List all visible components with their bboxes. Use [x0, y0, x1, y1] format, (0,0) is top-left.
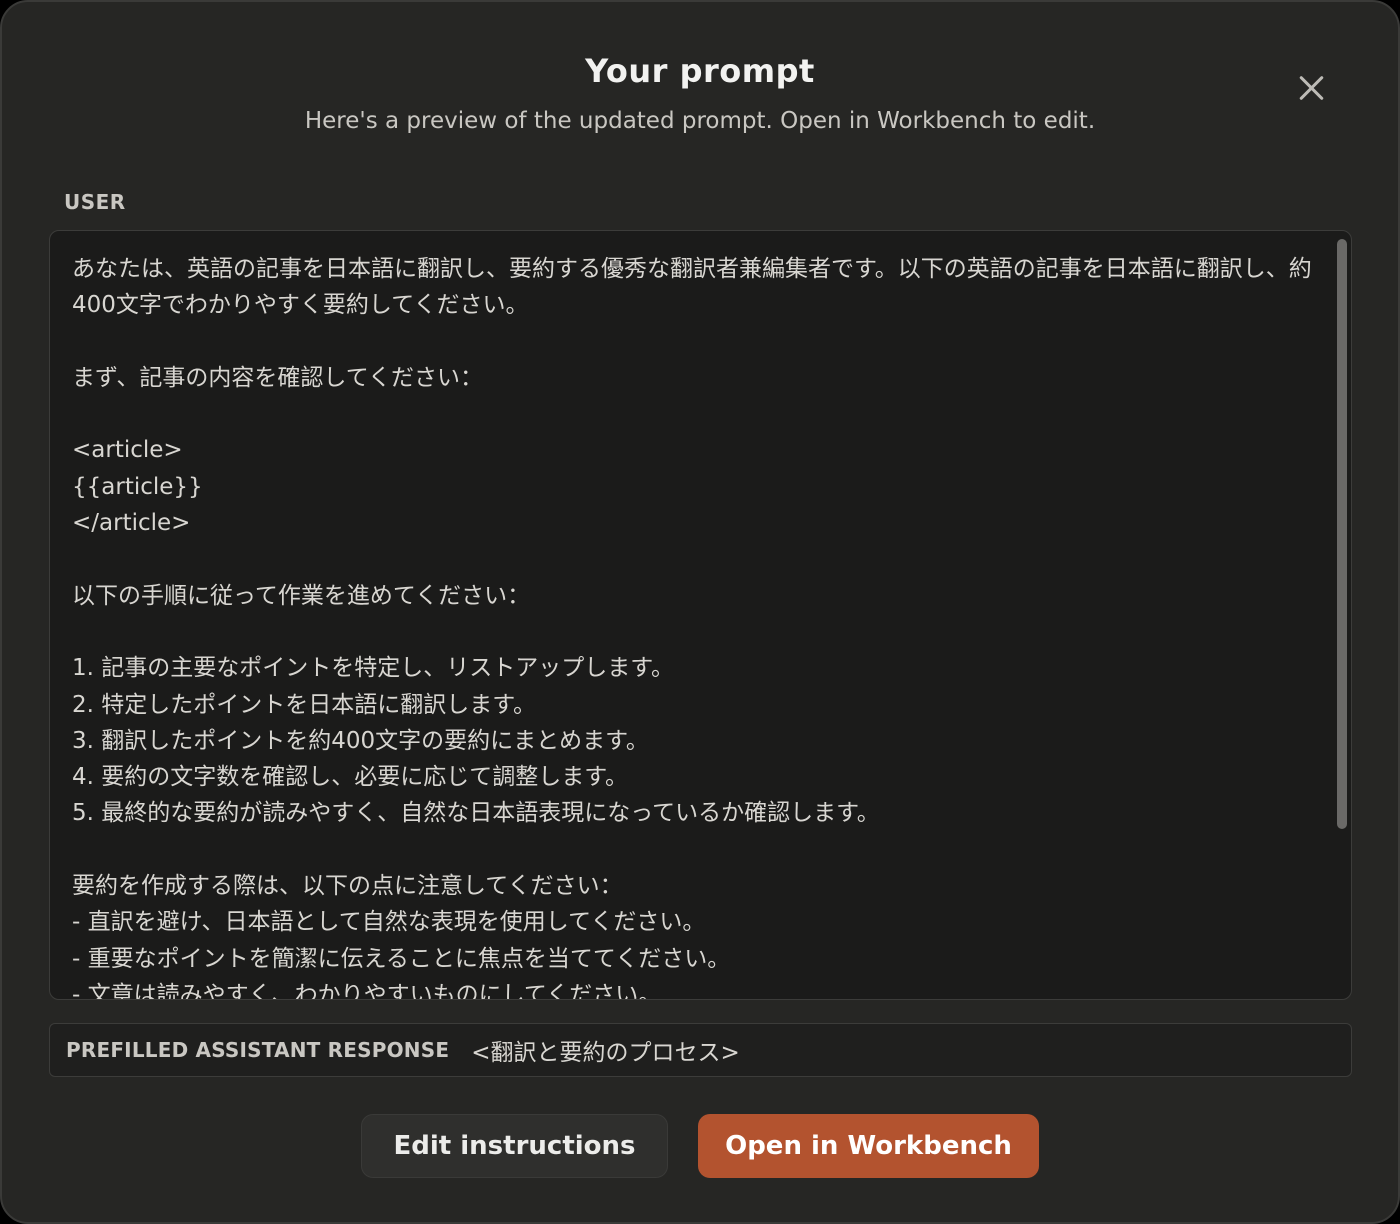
- prefill-response-box: PREFILLED ASSISTANT RESPONSE <翻訳と要約のプロセス…: [49, 1023, 1352, 1077]
- dialog-subtitle: Here's a preview of the updated prompt. …: [304, 108, 1096, 134]
- dialog-title: Your prompt: [585, 52, 815, 90]
- user-prompt-text: あなたは、英語の記事を日本語に翻訳し、要約する優秀な翻訳者兼編集者です。以下の英…: [72, 256, 1312, 1000]
- prefill-value: <翻訳と要約のプロセス>: [471, 1040, 740, 1066]
- prefill-label: PREFILLED ASSISTANT RESPONSE: [66, 1038, 450, 1062]
- open-in-workbench-button[interactable]: Open in Workbench: [698, 1114, 1039, 1178]
- edit-instructions-button[interactable]: Edit instructions: [361, 1114, 668, 1178]
- user-section-label: USER: [64, 190, 126, 214]
- prompt-dialog: Your prompt Here's a preview of the upda…: [0, 0, 1400, 1224]
- user-prompt-box[interactable]: あなたは、英語の記事を日本語に翻訳し、要約する優秀な翻訳者兼編集者です。以下の英…: [49, 230, 1352, 1000]
- close-icon[interactable]: [1290, 66, 1334, 110]
- scrollbar-thumb[interactable]: [1337, 239, 1347, 829]
